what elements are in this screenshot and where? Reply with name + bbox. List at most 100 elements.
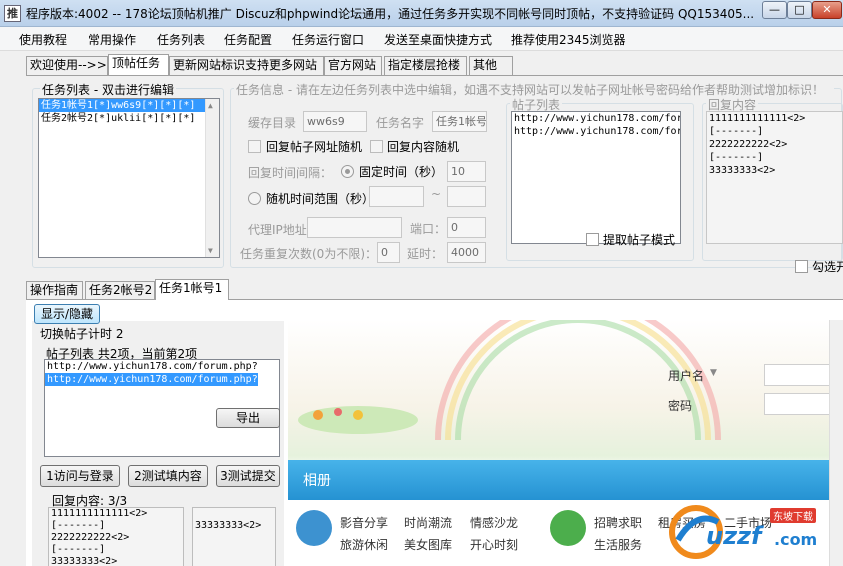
watermark-brand: uzzf [706,522,762,550]
reply-line: 33333333<2> [709,165,776,176]
runner-reply-preview-line: 33333333<2> [195,520,262,531]
extract-mode-label: 提取帖子模式 [603,233,676,247]
watermark-domain: .com [774,530,818,549]
post-listbox[interactable]: http://www.yichun178.com/forum.php? http… [511,111,681,244]
tab-floor-grab[interactable]: 指定楼层抢楼 [384,56,467,75]
delay-input[interactable]: 4000 [447,242,486,263]
scroll-down-icon[interactable]: ▼ [208,246,213,255]
category-link[interactable]: 时尚潮流 [404,514,452,531]
menu-task-config[interactable]: 任务配置 [224,31,272,48]
menu-task-run-window[interactable]: 任务运行窗口 [292,31,364,48]
tab-welcome[interactable]: 欢迎使用-->> [26,56,108,75]
title-bar: 推 程序版本:4002 -- 178论坛顶帖机推广 Discuz和phpwind… [0,0,843,27]
home-icon [296,510,332,546]
category-link[interactable]: 情感沙龙 [470,514,518,531]
app-icon: 推 [4,5,21,22]
tab-bump-task[interactable]: 顶帖任务 [108,54,169,75]
window-title: 程序版本:4002 -- 178论坛顶帖机推广 Discuz和phpwind论坛… [26,7,755,21]
run-window-panel: 用户名 ▼ 密码 相册 影音分享 时尚潮流 情感沙龙 招聘求职 租房买房 二手市… [26,299,843,566]
menu-tutorial[interactable]: 使用教程 [19,31,67,48]
toggle-visibility-button[interactable]: 显示/隐藏 [34,304,100,324]
menu-recommend-browser[interactable]: 推荐使用2345浏览器 [511,31,626,48]
runner-reply-line: [-------] [51,544,106,555]
close-button[interactable]: ✕ [812,1,842,19]
proxy-input[interactable] [307,217,402,238]
runner-reply-preview[interactable]: 33333333<2> [192,507,276,566]
task-list-title: 任务列表 - 双击进行编辑 [40,81,176,98]
tab-task1-account1[interactable]: 任务1帐号1 [155,279,229,300]
tab-other[interactable]: 其他 [469,56,513,75]
runner-post-item[interactable]: http://www.yichun178.com/forum.php? [45,360,279,373]
tab-guide[interactable]: 操作指南 [26,281,83,300]
banner-illustration [298,320,721,441]
fixed-time-label: 固定时间（秒） [359,165,444,179]
minimize-button[interactable]: — [762,1,787,19]
menu-desktop-shortcut[interactable]: 发送至桌面快捷方式 [384,31,492,48]
category-link[interactable]: 生活服务 [594,536,642,553]
visit-login-button[interactable]: 1访问与登录 [40,465,120,487]
post-list-item[interactable]: http://www.yichun178.com/forum.php? [512,112,680,125]
webpage-nav-bar: 相册 [288,460,843,500]
category-link[interactable]: 开心时刻 [470,536,518,553]
nav-album-link[interactable]: 相册 [303,470,331,490]
random-range-radio[interactable] [248,192,261,205]
category-link[interactable]: 影音分享 [340,514,388,531]
cart-icon [550,510,586,546]
tab-update-site-id[interactable]: 更新网站标识支持更多网站 [169,56,324,75]
select-all-checkbox[interactable] [795,260,808,273]
runner-reply-line: 33333333<2> [51,556,118,566]
random-content-checkbox[interactable] [370,140,383,153]
reply-content-textbox[interactable]: 1111111111111<2> [-------] 2222222222<2>… [706,111,843,244]
extract-mode-checkbox[interactable] [586,233,599,246]
range-min-input[interactable] [369,186,424,207]
password-label: 密码 [668,399,693,413]
random-content-label: 回复内容随机 [387,140,460,154]
interval-label: 回复时间间隔： [248,166,333,180]
range-separator: ~ [431,187,442,201]
range-max-input[interactable] [447,186,486,207]
watermark-logo: uzzf .com 东坡下载 [666,500,836,560]
runner-reply-line: 2222222222<2> [51,532,130,543]
scroll-up-icon[interactable]: ▲ [208,101,213,110]
runner-post-item[interactable]: http://www.yichun178.com/forum.php? [45,373,258,386]
fixed-time-input[interactable]: 10 [447,161,486,182]
runner-reply-line: 1111111111111<2> [51,508,148,519]
menu-bar: 使用教程 常用操作 任务列表 任务配置 任务运行窗口 发送至桌面快捷方式 推荐使… [0,27,843,51]
post-list-item[interactable]: http://www.yichun178.com/forum.php? [512,125,680,138]
repeat-input[interactable]: 0 [377,242,400,263]
category-link[interactable]: 旅游休闲 [340,536,388,553]
bump-task-panel: 任务列表 - 双击进行编辑 任务1帐号1[*]ww6s9[*][*][*] 任务… [26,75,843,277]
webpage-scrollbar[interactable] [829,320,843,566]
menu-common-ops[interactable]: 常用操作 [88,31,136,48]
embedded-webpage[interactable]: 用户名 ▼ 密码 相册 影音分享 时尚潮流 情感沙龙 招聘求职 租房买房 二手市… [288,320,843,566]
random-url-checkbox[interactable] [248,140,261,153]
category-link[interactable]: 美女图库 [404,536,452,553]
cache-dir-input[interactable]: ww6s9 [303,111,367,132]
switch-timer-label: 切换帖子计时 2 [40,327,124,341]
random-url-label: 回复帖子网址随机 [266,140,363,154]
runner-reply-textbox[interactable]: 1111111111111<2> [-------] 2222222222<2>… [48,507,184,566]
reply-line: [-------] [709,152,764,163]
random-range-label: 随机时间范围（秒） [266,192,375,206]
test-submit-button[interactable]: 3测试提交 [216,465,280,487]
runner-reply-line: [-------] [51,520,106,531]
delay-label: 延时： [407,247,444,261]
repeat-label: 任务重复次数(0为不限)： [240,247,377,261]
maximize-button[interactable]: □ [787,1,812,19]
username-label: 用户名 [668,369,705,383]
fixed-time-radio[interactable] [341,165,354,178]
test-fill-button[interactable]: 2测试填内容 [128,465,208,487]
task-listbox[interactable]: 任务1帐号1[*]ww6s9[*][*][*] 任务2帐号2[*]uklii[*… [38,98,220,258]
task-list-item[interactable]: 任务1帐号1[*]ww6s9[*][*][*] [39,99,219,112]
chevron-down-icon[interactable]: ▼ [710,368,717,378]
select-all-label: 勾选开 [812,260,843,274]
task-list-item[interactable]: 任务2帐号2[*]uklii[*][*][*] [39,112,219,125]
port-input[interactable]: 0 [447,217,486,238]
category-link[interactable]: 招聘求职 [594,514,642,531]
tab-task2-account2[interactable]: 任务2帐号2 [85,281,155,300]
task-name-input[interactable]: 任务1帐号 [432,111,487,132]
export-button[interactable]: 导出 [216,408,280,428]
task-list-scrollbar[interactable]: ▲ ▼ [205,99,219,257]
tab-official-site[interactable]: 官方网站 [324,56,382,75]
menu-task-list[interactable]: 任务列表 [157,31,205,48]
